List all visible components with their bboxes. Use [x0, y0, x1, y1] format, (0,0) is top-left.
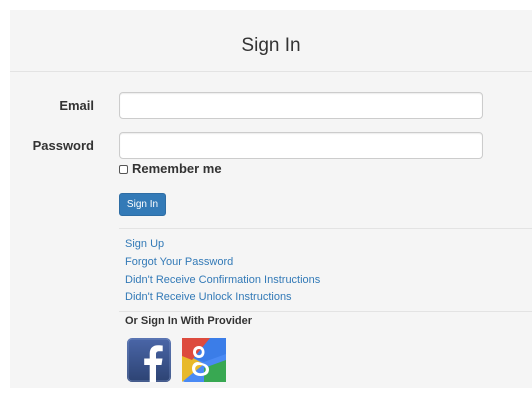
- email-label: Email: [59, 98, 94, 113]
- page-header: Sign In: [10, 10, 532, 72]
- password-field[interactable]: [119, 132, 483, 159]
- facebook-icon[interactable]: [127, 338, 171, 382]
- sign-in-panel: Sign In Email Password Remember me Sign …: [10, 10, 532, 388]
- unlock-instructions-link[interactable]: Didn't Receive Unlock Instructions: [125, 290, 292, 304]
- remember-me-row[interactable]: Remember me: [119, 161, 222, 177]
- sign-in-button[interactable]: Sign In: [119, 193, 166, 216]
- confirmation-instructions-link[interactable]: Didn't Receive Confirmation Instructions: [125, 273, 320, 287]
- provider-heading: Or Sign In With Provider: [125, 315, 253, 327]
- divider: [119, 228, 532, 229]
- remember-me-checkbox[interactable]: [119, 164, 128, 174]
- password-label: Password: [32, 138, 94, 153]
- forgot-password-link[interactable]: Forgot Your Password: [125, 255, 233, 269]
- email-field[interactable]: [119, 92, 483, 119]
- sign-up-link[interactable]: Sign Up: [125, 237, 164, 251]
- page-title: Sign In: [241, 35, 301, 56]
- google-icon[interactable]: [182, 338, 226, 382]
- divider: [119, 311, 532, 312]
- remember-me-label[interactable]: Remember me: [132, 161, 222, 177]
